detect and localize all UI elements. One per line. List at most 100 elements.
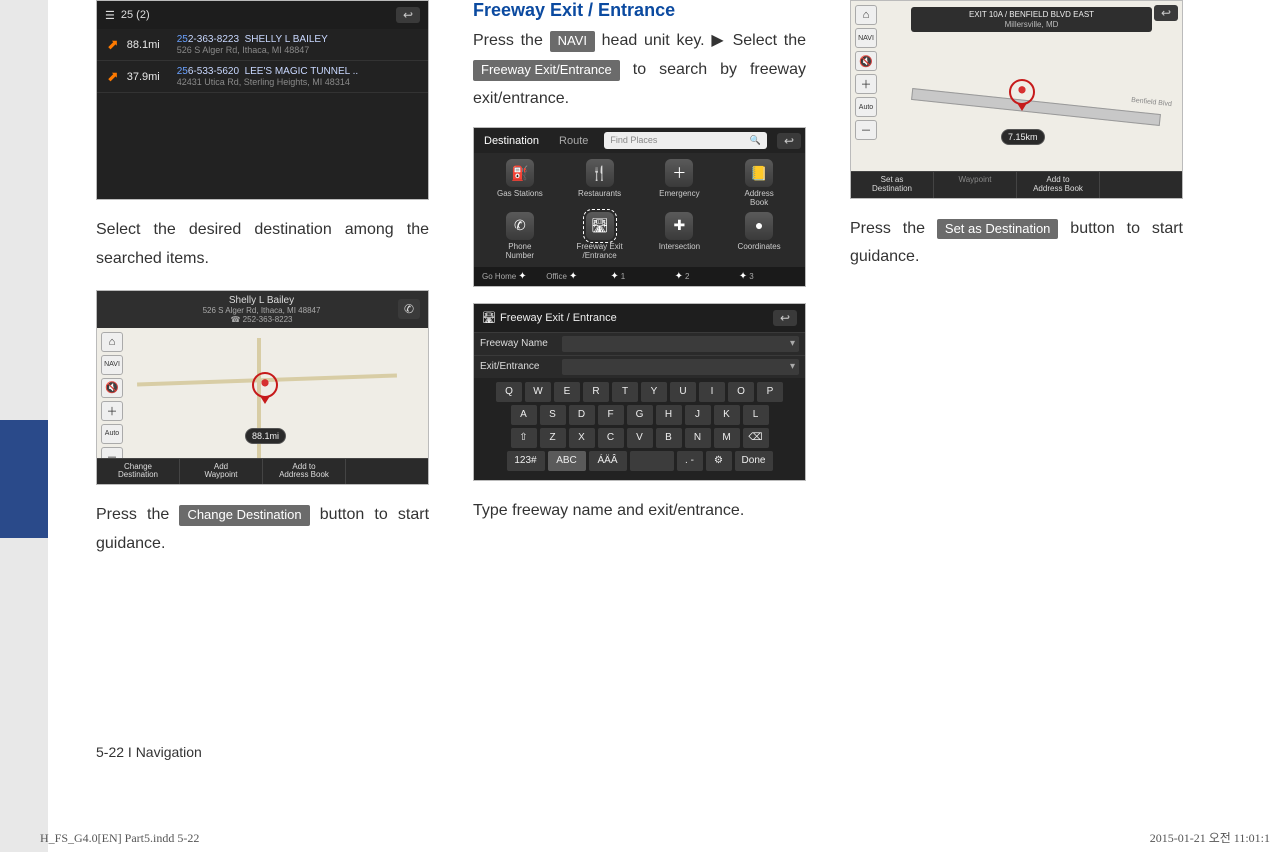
- keyboard-key[interactable]: Y: [641, 382, 667, 402]
- keyboard-key[interactable]: Done: [735, 451, 773, 471]
- keyboard-key[interactable]: ABC: [548, 451, 586, 471]
- dest-item-icon: ⛽: [506, 159, 534, 187]
- dest-grid-item[interactable]: ✚ Intersection: [642, 212, 718, 261]
- dest-item-icon: 📒: [745, 159, 773, 187]
- keyboard-key[interactable]: G: [627, 405, 653, 425]
- map-pin-icon: [1009, 79, 1035, 105]
- dest-item-label: Coordinates: [721, 243, 797, 252]
- search-icon: 🔍: [750, 135, 761, 146]
- preset-1-button[interactable]: ✦1: [610, 271, 668, 282]
- keyboard-key[interactable]: [630, 451, 674, 471]
- add-waypoint-button[interactable]: Add Waypoint: [180, 459, 263, 485]
- keyboard-key[interactable]: M: [714, 428, 740, 448]
- keyboard-key[interactable]: S: [540, 405, 566, 425]
- add-to-address-book-button[interactable]: Add to Address Book: [1017, 172, 1100, 198]
- direction-up-icon: ⬈: [107, 68, 119, 85]
- navi-label-icon[interactable]: NAVI: [101, 355, 123, 375]
- keyboard-key[interactable]: P: [757, 382, 783, 402]
- keyboard-key[interactable]: F: [598, 405, 624, 425]
- keyboard-key[interactable]: I: [699, 382, 725, 402]
- search-result-row[interactable]: ⬈ 88.1mi 252-363-8223 SHELLY L BAILEY 52…: [97, 29, 428, 61]
- map-header-phone: ☎ 252-363-8223: [125, 315, 398, 324]
- exit-title-line1: EXIT 10A / BENFIELD BLVD EAST: [915, 10, 1148, 20]
- keyboard-key[interactable]: N: [685, 428, 711, 448]
- tab-route[interactable]: Route: [549, 129, 598, 153]
- dest-grid-item[interactable]: ✆Phone Number: [482, 212, 558, 261]
- keyboard-key[interactable]: U: [670, 382, 696, 402]
- keyboard-key[interactable]: R: [583, 382, 609, 402]
- add-to-address-book-button[interactable]: Add to Address Book: [263, 459, 346, 485]
- keyboard-key[interactable]: ÁÄÂ: [589, 451, 627, 471]
- navi-label-icon[interactable]: NAVI: [855, 28, 877, 48]
- dest-grid-item[interactable]: ＋Emergency: [642, 159, 718, 208]
- dest-grid-item[interactable]: 🍴Restaurants: [562, 159, 638, 208]
- column-3: ⌂ NAVI 🔇 ＋ Auto － ↩ EXIT 10A / BENFIELD …: [850, 0, 1183, 559]
- dest-item-icon: ＋: [665, 159, 693, 187]
- find-places-input[interactable]: Find Places🔍: [604, 132, 767, 149]
- keyboard-key[interactable]: ⇧: [511, 428, 537, 448]
- auto-label-icon[interactable]: Auto: [101, 424, 123, 444]
- keyboard-key[interactable]: W: [525, 382, 551, 402]
- kbd-title-text: Freeway Exit / Entrance: [500, 312, 617, 324]
- set-as-destination-button[interactable]: Set as Destination: [851, 172, 934, 198]
- preset-2-button[interactable]: ✦2: [675, 271, 733, 282]
- call-icon[interactable]: ✆: [398, 299, 420, 319]
- search-result-row[interactable]: ⬈ 37.9mi 256-533-5620 LEE'S MAGIC TUNNEL…: [97, 61, 428, 93]
- keyboard-key[interactable]: D: [569, 405, 595, 425]
- dest-grid-item[interactable]: 📒Address Book: [721, 159, 797, 208]
- footer-empty-button[interactable]: [1100, 172, 1182, 198]
- keyboard-key[interactable]: ⚙: [706, 451, 732, 471]
- keyboard-key[interactable]: A: [511, 405, 537, 425]
- freeway-name-input[interactable]: ▾: [562, 336, 799, 352]
- keyboard-key[interactable]: K: [714, 405, 740, 425]
- tab-destination[interactable]: Destination: [474, 129, 549, 153]
- change-destination-button[interactable]: Change Destination: [97, 459, 180, 485]
- map-pin-icon: [252, 372, 278, 398]
- back-icon[interactable]: ↩: [1154, 5, 1178, 21]
- office-button[interactable]: Office✦: [546, 271, 604, 282]
- dest-item-label: Intersection: [642, 243, 718, 252]
- keyboard-key[interactable]: B: [656, 428, 682, 448]
- keyboard-key[interactable]: X: [569, 428, 595, 448]
- keyboard-key[interactable]: H: [656, 405, 682, 425]
- dest-grid-item[interactable]: ●Coordinates: [721, 212, 797, 261]
- dest-item-icon: 🛣: [586, 212, 614, 240]
- keyboard-key[interactable]: Q: [496, 382, 522, 402]
- keyboard-key[interactable]: L: [743, 405, 769, 425]
- keyboard-key[interactable]: V: [627, 428, 653, 448]
- preset-3-button[interactable]: ✦3: [739, 271, 797, 282]
- home-icon[interactable]: ⌂: [101, 332, 123, 352]
- caption-set-destination: Press the Set as Destination button to s…: [850, 215, 1183, 273]
- keyboard-key[interactable]: E: [554, 382, 580, 402]
- back-icon[interactable]: ↩: [777, 133, 801, 149]
- zoom-out-icon[interactable]: －: [855, 120, 877, 140]
- keyboard-key[interactable]: O: [728, 382, 754, 402]
- zoom-in-icon[interactable]: ＋: [101, 401, 123, 421]
- dest-grid-item[interactable]: 🛣Freeway Exit /Entrance: [562, 212, 638, 261]
- footer-empty-button[interactable]: [346, 459, 428, 485]
- page-footer: 5-22 I Navigation: [96, 744, 202, 760]
- exit-entrance-input[interactable]: ▾: [562, 359, 799, 375]
- mute-icon[interactable]: 🔇: [101, 378, 123, 398]
- back-icon[interactable]: ↩: [396, 7, 420, 23]
- home-icon[interactable]: ⌂: [855, 5, 877, 25]
- keyboard-key[interactable]: C: [598, 428, 624, 448]
- dest-item-icon: ✚: [665, 212, 693, 240]
- caption-change-destination: Press the Change Destination button to s…: [96, 501, 429, 559]
- keyboard-key[interactable]: . -: [677, 451, 703, 471]
- dest-grid-item[interactable]: ⛽Gas Stations: [482, 159, 558, 208]
- zoom-in-icon[interactable]: ＋: [855, 74, 877, 94]
- keyboard-key[interactable]: ⌫: [743, 428, 769, 448]
- page-left-blue-tab: [0, 420, 48, 538]
- keyboard-key[interactable]: J: [685, 405, 711, 425]
- mute-icon[interactable]: 🔇: [855, 51, 877, 71]
- zoom-out-icon[interactable]: －: [101, 447, 123, 458]
- dest-item-icon: 🍴: [586, 159, 614, 187]
- back-icon[interactable]: ↩: [773, 310, 797, 326]
- auto-label-icon[interactable]: Auto: [855, 97, 877, 117]
- keyboard-key[interactable]: Z: [540, 428, 566, 448]
- keyboard-key[interactable]: 123#: [507, 451, 545, 471]
- keyboard-key[interactable]: T: [612, 382, 638, 402]
- waypoint-button[interactable]: Waypoint: [934, 172, 1017, 198]
- go-home-button[interactable]: Go Home✦: [482, 271, 540, 282]
